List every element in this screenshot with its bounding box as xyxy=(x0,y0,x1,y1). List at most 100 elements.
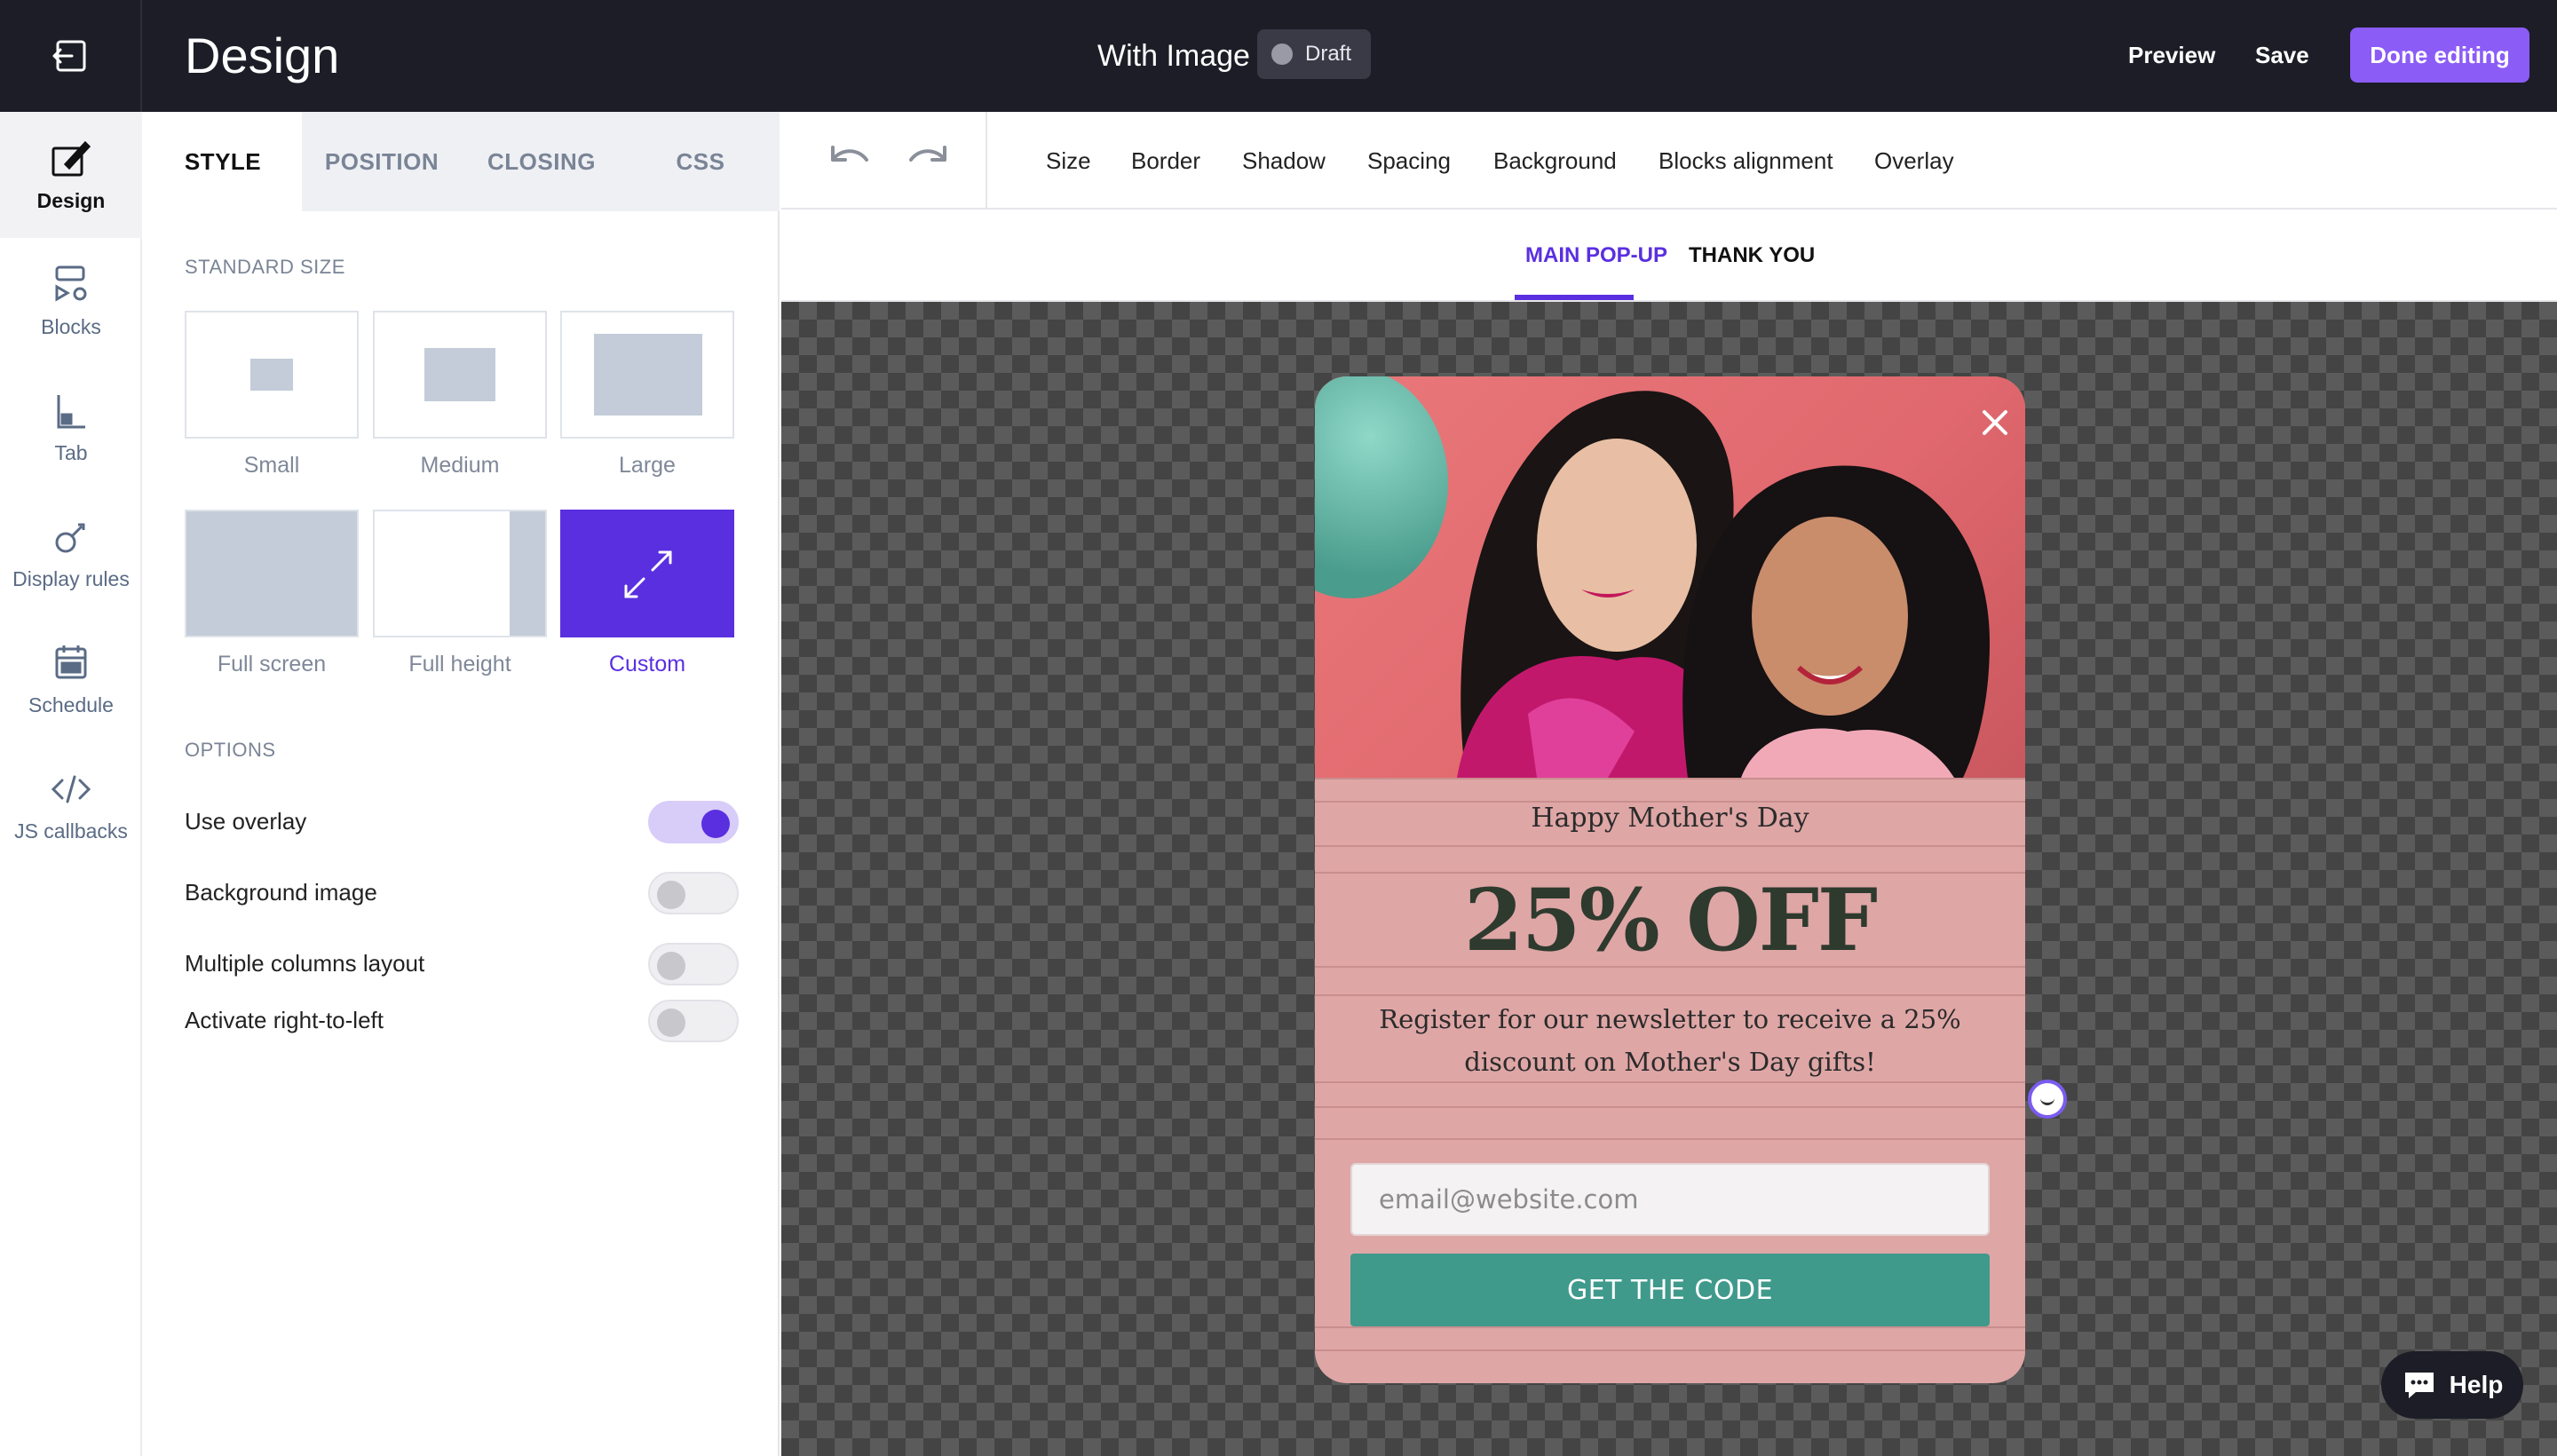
tab-position[interactable]: POSITION xyxy=(302,112,462,211)
option-label-background-image: Background image xyxy=(185,879,377,906)
tab-style[interactable]: STYLE xyxy=(144,112,302,211)
exit-editor-button[interactable] xyxy=(0,0,142,112)
block-divider xyxy=(1315,778,2025,779)
nav-item-blocks[interactable]: Blocks xyxy=(0,238,142,364)
toggle-knob xyxy=(657,881,685,909)
style-toolbar: Size Border Shadow Spacing Background Bl… xyxy=(781,112,2557,210)
size-label-large: Large xyxy=(619,453,676,478)
size-preview-medium xyxy=(424,348,495,401)
nav-item-schedule[interactable]: Schedule xyxy=(0,616,142,742)
tab-closing[interactable]: CLOSING xyxy=(462,112,621,211)
save-button[interactable]: Save xyxy=(2255,37,2309,73)
tab-css[interactable]: CSS xyxy=(621,112,780,211)
help-button[interactable]: Help xyxy=(2381,1351,2523,1419)
nav-item-design[interactable]: Design xyxy=(0,112,142,238)
option-label-multiple-columns: Multiple columns layout xyxy=(185,950,425,977)
page-title: Design xyxy=(185,28,340,83)
campaign-name[interactable]: With Image xyxy=(1097,36,1250,76)
chat-icon xyxy=(2404,1373,2434,1398)
toolbar-size[interactable]: Size xyxy=(1046,146,1091,176)
preview-button[interactable]: Preview xyxy=(2128,37,2215,73)
done-editing-button[interactable]: Done editing xyxy=(2350,28,2529,83)
size-option-medium[interactable] xyxy=(373,311,547,439)
hero-photo-illustration xyxy=(1457,391,1990,778)
popup-preview[interactable]: Happy Mother's Day 25% OFF Register for … xyxy=(1315,376,2025,1383)
block-divider xyxy=(1315,1106,2025,1108)
top-bar: Design With Image Draft Preview Save Don… xyxy=(0,0,2557,112)
hero-image xyxy=(1315,376,2025,778)
option-label-right-to-left: Activate right-to-left xyxy=(185,1007,384,1033)
tab-icon xyxy=(57,394,85,428)
brush-icon xyxy=(51,140,91,176)
block-divider xyxy=(1315,1326,2025,1328)
history-controls xyxy=(781,112,987,210)
nav-label-js-callbacks: JS callbacks xyxy=(14,819,128,843)
blocks-icon xyxy=(55,265,87,302)
size-preview-full-height xyxy=(510,511,545,636)
tab-thank-you[interactable]: THANK YOU xyxy=(1689,243,1815,268)
right-to-left-toggle[interactable] xyxy=(648,1000,739,1042)
toolbar-overlay[interactable]: Overlay xyxy=(1874,146,1954,176)
popup-headline[interactable]: 25% OFF xyxy=(1315,870,2025,970)
close-icon[interactable] xyxy=(1975,403,2015,442)
nav-label-design: Design xyxy=(36,188,106,212)
size-label-full-height: Full height xyxy=(408,652,511,677)
popup-body-text[interactable]: Register for our newsletter to receive a… xyxy=(1350,998,1990,1083)
size-option-full-screen[interactable] xyxy=(185,510,359,637)
size-preview-large xyxy=(594,334,702,415)
nav-item-tab[interactable]: Tab xyxy=(0,364,142,490)
block-divider xyxy=(1315,845,2025,847)
block-divider xyxy=(1315,994,2025,996)
size-option-full-height[interactable] xyxy=(373,510,547,637)
resize-handle[interactable] xyxy=(2028,1080,2067,1119)
toolbar-blocks-alignment[interactable]: Blocks alignment xyxy=(1658,146,1833,176)
active-tab-indicator xyxy=(1515,295,1634,300)
help-label: Help xyxy=(2449,1371,2504,1398)
exit-icon xyxy=(52,40,86,72)
background-image-toggle[interactable] xyxy=(648,872,739,914)
toolbar-shadow[interactable]: Shadow xyxy=(1242,146,1326,176)
status-badge: Draft xyxy=(1257,29,1372,79)
popup-subtitle[interactable]: Happy Mother's Day xyxy=(1315,803,2025,834)
redo-icon[interactable] xyxy=(904,138,952,178)
toolbar-background[interactable]: Background xyxy=(1493,146,1617,176)
display-rules-icon xyxy=(55,523,85,552)
toolbar-spacing[interactable]: Spacing xyxy=(1367,146,1451,176)
undo-icon[interactable] xyxy=(826,138,874,178)
toggle-knob xyxy=(657,1009,685,1037)
nav-item-display-rules[interactable]: Display rules xyxy=(0,490,142,616)
status-dot-icon xyxy=(1271,44,1293,65)
panel-tabs: STYLE POSITION CLOSING CSS xyxy=(144,112,780,211)
size-label-custom: Custom xyxy=(608,652,686,677)
nav-item-js-callbacks[interactable]: JS callbacks xyxy=(0,742,142,868)
popup-step-tabs: MAIN POP-UP THANK YOU xyxy=(781,210,2557,302)
size-option-custom[interactable] xyxy=(560,510,734,637)
nav-label-display-rules: Display rules xyxy=(12,566,130,590)
size-option-large[interactable] xyxy=(560,311,734,439)
style-panel: STYLE POSITION CLOSING CSS STANDARD SIZE… xyxy=(144,112,780,1456)
code-icon xyxy=(51,775,91,803)
expand-icon xyxy=(624,550,672,598)
email-field[interactable] xyxy=(1350,1163,1990,1236)
size-label-small: Small xyxy=(243,453,300,478)
size-label-full-screen: Full screen xyxy=(217,652,327,677)
toolbar-border[interactable]: Border xyxy=(1131,146,1200,176)
nav-label-blocks: Blocks xyxy=(41,314,101,338)
status-label: Draft xyxy=(1305,42,1352,66)
nav-label-tab: Tab xyxy=(54,440,88,464)
use-overlay-toggle[interactable] xyxy=(648,801,739,843)
get-code-button[interactable]: GET THE CODE xyxy=(1350,1254,1990,1326)
size-preview-small xyxy=(250,359,293,391)
standard-size-heading: STANDARD SIZE xyxy=(185,256,345,278)
left-nav: Design Blocks Tab Display rules Schedule xyxy=(0,112,142,1456)
nav-label-schedule: Schedule xyxy=(28,692,114,716)
size-option-small[interactable] xyxy=(185,311,359,439)
tab-main-popup[interactable]: MAIN POP-UP xyxy=(1525,243,1667,268)
calendar-icon xyxy=(55,645,87,678)
option-label-use-overlay: Use overlay xyxy=(185,808,307,835)
block-divider xyxy=(1315,1349,2025,1351)
multiple-columns-toggle[interactable] xyxy=(648,943,739,985)
options-heading: OPTIONS xyxy=(185,739,276,761)
block-divider xyxy=(1315,1138,2025,1140)
size-label-medium: Medium xyxy=(420,453,500,478)
